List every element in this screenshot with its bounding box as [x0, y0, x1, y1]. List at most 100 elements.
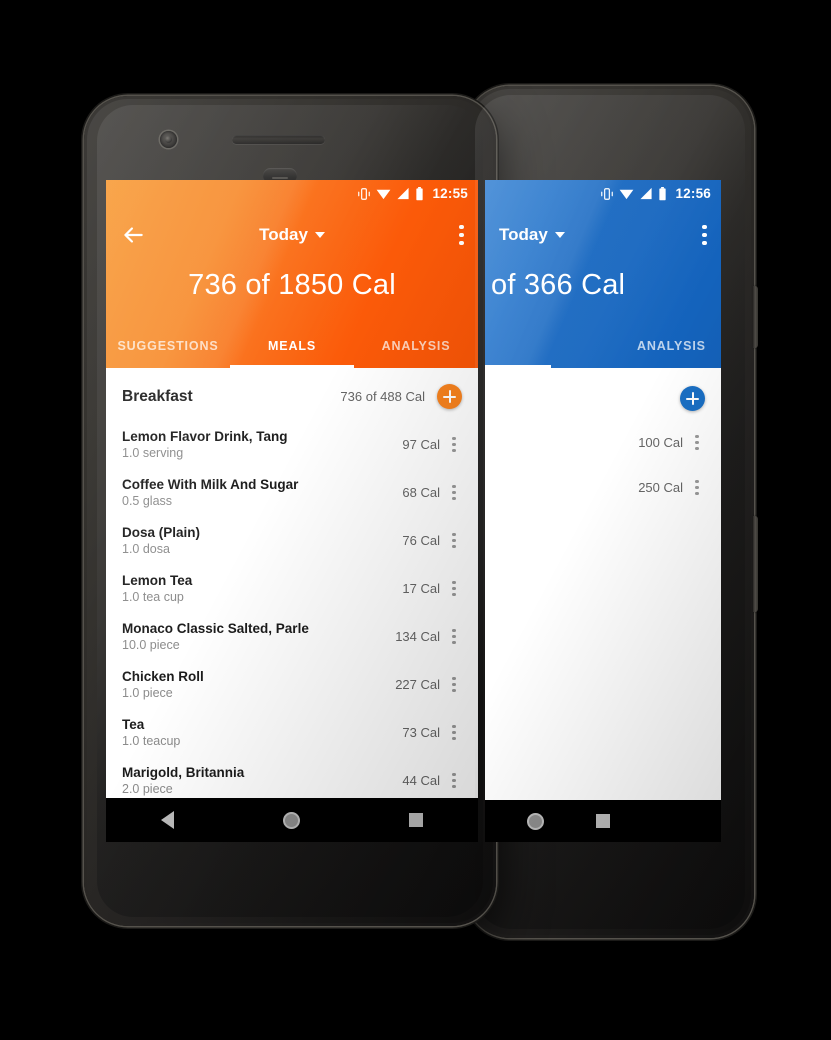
status-clock-back: 12:56 — [675, 186, 711, 201]
table-row[interactable]: Tea 1.0 teacup 73 Cal — [106, 709, 478, 757]
item-overflow-icon[interactable] — [446, 725, 462, 740]
item-overflow-icon[interactable] — [446, 629, 462, 644]
scene-root: 12:56 Today of 366 Cal ANALYSIS 100 Cal … — [0, 0, 831, 1040]
add-plus-icon-front[interactable] — [437, 384, 462, 409]
add-plus-icon-back[interactable] — [680, 386, 705, 411]
item-overflow-icon-back[interactable] — [689, 435, 705, 450]
app-title-group-front[interactable]: Today — [106, 207, 478, 263]
table-row[interactable]: Monaco Classic Salted, Parle 10.0 piece … — [106, 613, 478, 661]
battery-icon — [659, 186, 667, 200]
item-serving: 1.0 dosa — [122, 542, 170, 556]
volume-button-back[interactable] — [753, 516, 758, 612]
item-text-group: Lemon Flavor Drink, Tang 1.0 serving — [122, 429, 288, 460]
item-text-group: Chicken Roll 1.0 piece — [122, 669, 204, 700]
status-icons-front — [357, 186, 424, 201]
nav-back-icon[interactable] — [160, 811, 174, 829]
app-title-back: Today — [499, 225, 548, 244]
tab-analysis-back[interactable]: ANALYSIS — [622, 324, 721, 368]
signal-icon — [640, 187, 653, 200]
calorie-headline-front: 736 of 1850 Cal — [188, 269, 396, 301]
tab-suggestions[interactable]: SUGGESTIONS — [106, 324, 230, 368]
item-text-group: Coffee With Milk And Sugar 0.5 glass — [122, 477, 298, 508]
item-text-group: Lemon Tea 1.0 tea cup — [122, 573, 192, 604]
app-title-group-back[interactable]: Today — [485, 207, 721, 263]
item-serving: 0.5 glass — [122, 494, 173, 508]
vibrate-icon — [601, 187, 614, 200]
vibrate-icon — [358, 187, 371, 200]
tab-indicator-front — [229, 365, 354, 368]
item-overflow-icon[interactable] — [446, 533, 462, 548]
item-serving: 10.0 piece — [122, 638, 180, 652]
status-clock-front: 12:55 — [432, 186, 468, 201]
item-name: Coffee With Milk And Sugar — [122, 477, 299, 492]
app-bar-front: Today — [106, 207, 478, 263]
item-text-group: Marigold, Britannia 2.0 piece — [122, 765, 244, 796]
tab-meals[interactable]: MEALS — [230, 324, 354, 368]
item-calories: 73 Cal — [402, 725, 440, 740]
nav-home-icon[interactable] — [282, 811, 300, 829]
item-calories: 97 Cal — [402, 437, 440, 452]
screen-back-phone: 12:56 Today of 366 Cal ANALYSIS 100 Cal … — [485, 180, 721, 800]
front-camera-icon — [160, 131, 178, 149]
item-name: Tea — [122, 717, 145, 732]
nav-bar-back — [485, 800, 721, 842]
item-calories-back: 250 Cal — [638, 480, 683, 495]
plus-glyph — [686, 392, 699, 405]
meal-section-header-back — [485, 368, 721, 423]
battery-icon — [416, 186, 424, 200]
item-overflow-icon-back[interactable] — [689, 480, 705, 495]
tab-bar-front: SUGGESTIONS MEALS ANALYSIS — [106, 324, 478, 368]
nav-recents-icon-back[interactable] — [596, 814, 610, 828]
item-calories: 17 Cal — [402, 581, 440, 596]
item-name: Marigold, Britannia — [122, 765, 245, 780]
app-title-front: Today — [259, 225, 308, 244]
app-header-blue: 12:56 Today of 366 Cal ANALYSIS — [485, 180, 721, 368]
item-calories: 68 Cal — [402, 485, 440, 500]
table-row[interactable]: Dosa (Plain) 1.0 dosa 76 Cal — [106, 517, 478, 565]
item-overflow-icon[interactable] — [446, 773, 462, 788]
table-row[interactable]: Coffee With Milk And Sugar 0.5 glass 68 … — [106, 469, 478, 517]
status-bar-front: 12:55 — [106, 180, 478, 207]
list-item-back[interactable]: 100 Cal — [485, 423, 721, 462]
signal-icon — [397, 187, 410, 200]
item-name: Dosa (Plain) — [122, 525, 201, 540]
table-row[interactable]: Chicken Roll 1.0 piece 227 Cal — [106, 661, 478, 709]
wifi-icon — [620, 189, 634, 200]
item-name: Lemon Tea — [122, 573, 193, 588]
app-header-orange: 12:55 Today 736 of 1850 Cal SUGGESTIONS … — [106, 180, 478, 368]
status-icons-back — [600, 186, 667, 201]
item-text-group: Monaco Classic Salted, Parle 10.0 piece — [122, 621, 309, 652]
item-name: Chicken Roll — [122, 669, 204, 684]
chevron-down-icon — [554, 232, 565, 238]
meal-list-back: 100 Cal 250 Cal DONE — [485, 368, 721, 800]
item-overflow-icon[interactable] — [446, 677, 462, 692]
nav-recents-icon[interactable] — [409, 813, 424, 827]
tab-analysis[interactable]: ANALYSIS — [354, 324, 478, 368]
plus-glyph — [443, 390, 456, 403]
table-row[interactable]: Lemon Tea 1.0 tea cup 17 Cal — [106, 565, 478, 613]
tab-indicator-back — [485, 365, 552, 368]
item-overflow-icon[interactable] — [446, 485, 462, 500]
overflow-menu-icon-front[interactable] — [459, 224, 464, 246]
screen-front-phone: 12:55 Today 736 of 1850 Cal SUGGESTIONS … — [106, 180, 478, 840]
item-name: Lemon Flavor Drink, Tang — [122, 429, 288, 444]
nav-bar-front — [106, 798, 478, 842]
chevron-down-icon — [314, 232, 325, 238]
list-item-back[interactable]: 250 Cal — [485, 462, 721, 507]
item-name: Monaco Classic Salted, Parle — [122, 621, 309, 636]
overflow-menu-icon-back[interactable] — [702, 224, 707, 246]
item-calories: 76 Cal — [402, 533, 440, 548]
item-serving: 1.0 tea cup — [122, 590, 184, 604]
meal-list-front: Breakfast 736 of 488 Cal Lemon Flavor Dr… — [106, 368, 478, 840]
nav-home-icon-back[interactable] — [527, 812, 544, 830]
item-text-group: Tea 1.0 teacup — [122, 717, 180, 748]
back-arrow-icon[interactable] — [120, 222, 146, 248]
item-calories: 227 Cal — [395, 677, 440, 692]
table-row[interactable]: Lemon Flavor Drink, Tang 1.0 serving 97 … — [106, 421, 478, 469]
power-button-back[interactable] — [753, 286, 758, 348]
status-bar-back: 12:56 — [485, 180, 721, 207]
item-overflow-icon[interactable] — [446, 581, 462, 596]
item-calories: 134 Cal — [395, 629, 440, 644]
tab-bar-back: ANALYSIS — [485, 324, 721, 368]
item-overflow-icon[interactable] — [446, 437, 462, 452]
